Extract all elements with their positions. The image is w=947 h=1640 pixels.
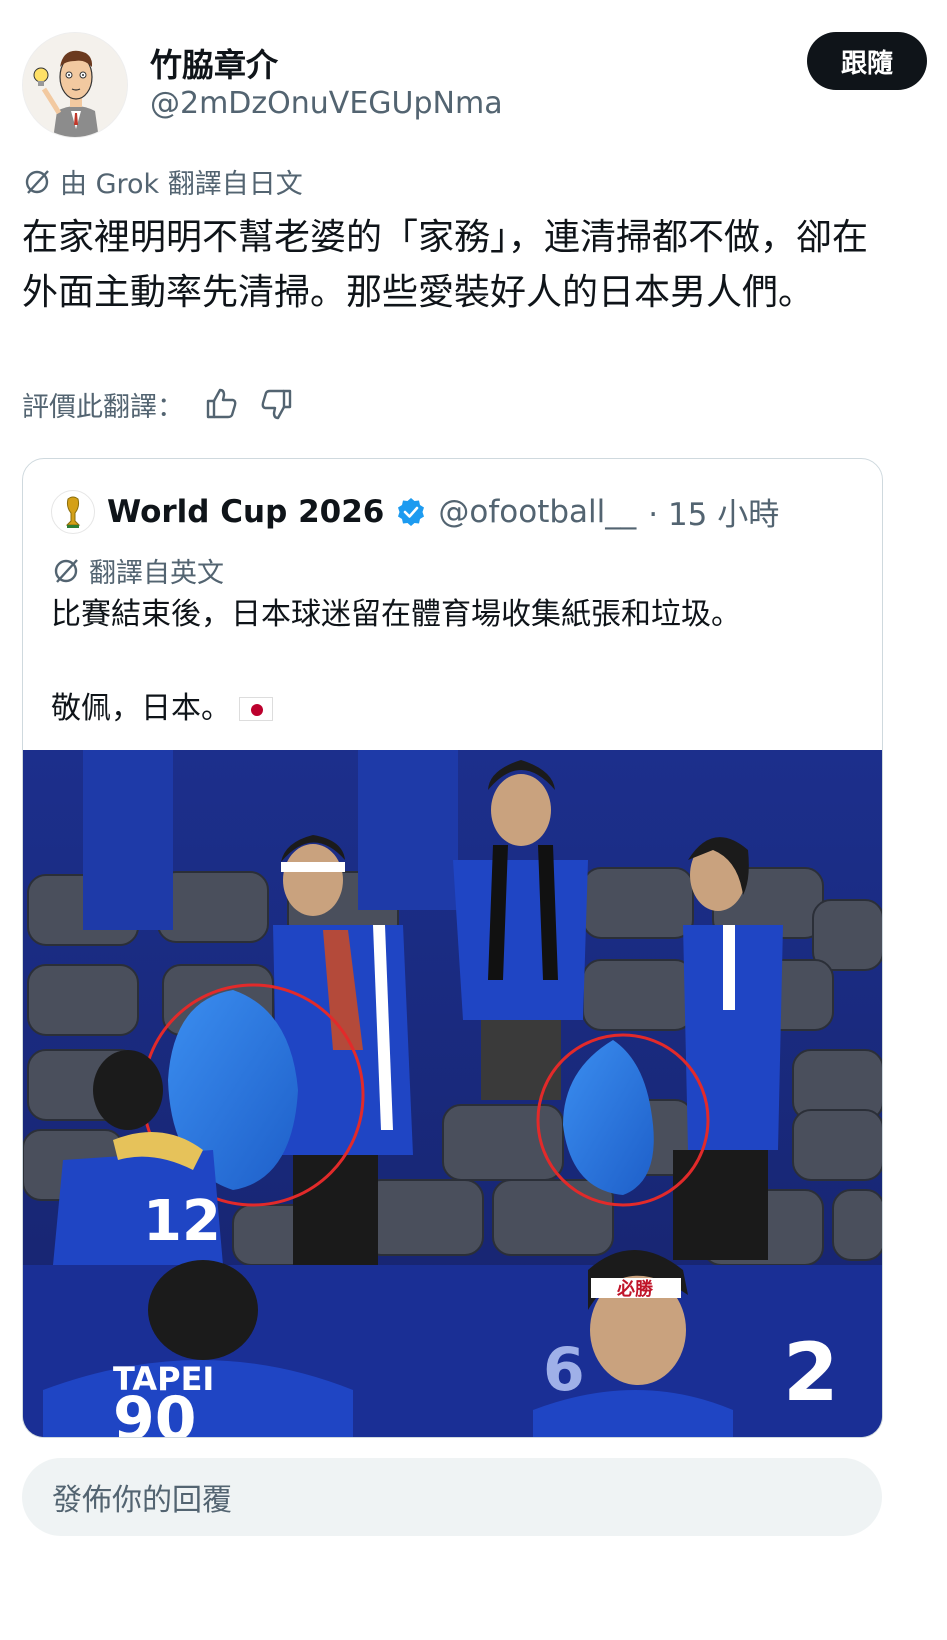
tweet-text: 在家裡明明不幫老婆的「家務」，連清掃都不做，卻在外面主動率先清掃。那些愛裝好人的…	[22, 217, 869, 313]
tweet-header: 竹脇章介 @2mDzOnuVEGUpNma 跟隨	[22, 28, 927, 138]
reply-input[interactable]: 發佈你的回覆	[22, 1458, 882, 1536]
quote-translation-note: 翻譯自英文	[51, 551, 224, 590]
trophy-icon	[65, 496, 81, 528]
thumbs-down-icon[interactable]	[258, 385, 296, 423]
translate-slash-icon	[54, 558, 78, 583]
jersey-number-90: 90	[113, 1384, 197, 1438]
quote-author-name[interactable]: World Cup 2026	[107, 494, 384, 530]
quote-text-line2-text: 敬佩，日本。	[51, 691, 231, 726]
follow-button[interactable]: 跟隨	[807, 32, 927, 90]
jersey-number-12: 12	[143, 1189, 221, 1254]
quote-timestamp[interactable]: · 15 小時	[648, 489, 779, 534]
rate-translation-row: 評價此翻譯：	[22, 382, 296, 426]
world-cup-logo[interactable]	[51, 489, 95, 534]
avatar[interactable]	[22, 32, 128, 138]
quote-text-line1: 比賽結束後，日本球迷留在體育場收集紙張和垃圾。	[51, 597, 741, 632]
japan-flag-icon	[239, 697, 273, 721]
quote-text-line2: 敬佩，日本。	[51, 685, 273, 733]
thumbs-up-icon[interactable]	[202, 385, 240, 423]
quote-translation-note-text: 翻譯自英文	[89, 558, 224, 589]
headband-text: 必勝	[616, 1278, 654, 1300]
translation-note-text: 由 Grok 翻譯自日文	[60, 169, 303, 200]
quote-header: World Cup 2026 @ofootball__ · 15 小時	[51, 489, 779, 534]
translation-note: 由 Grok 翻譯自日文	[22, 162, 303, 201]
translate-slash-icon	[25, 169, 49, 194]
quote-author-handle[interactable]: @ofootball__	[438, 494, 636, 530]
avatar-illustration	[23, 33, 127, 137]
display-name[interactable]: 竹脇章介	[150, 40, 278, 86]
jersey-number-2: 2	[783, 1326, 839, 1419]
user-handle[interactable]: @2mDzOnuVEGUpNma	[150, 86, 503, 121]
rate-label: 評價此翻譯：	[22, 391, 184, 423]
verified-badge-icon	[398, 497, 425, 526]
quoted-tweet[interactable]: World Cup 2026 @ofootball__ · 15 小時 翻譯自英…	[22, 458, 883, 1438]
fans-cleaning-photo[interactable]: 12 TAPEI 90 必勝 6 2	[23, 750, 883, 1438]
jersey-number-6: 6	[543, 1335, 585, 1405]
